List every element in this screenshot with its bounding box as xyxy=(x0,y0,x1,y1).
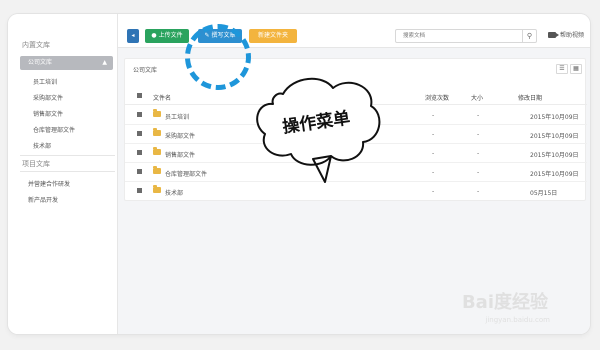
view-count: - xyxy=(432,150,435,157)
video-camera-icon xyxy=(548,32,559,38)
view-count: - xyxy=(432,188,435,195)
column-name[interactable]: 文件名 xyxy=(153,93,171,102)
view-count: - xyxy=(432,112,435,119)
sidebar-item-tech[interactable]: 技术部 xyxy=(33,141,51,150)
grid-icon: ▦ xyxy=(573,65,579,72)
sidebar-divider xyxy=(20,155,115,156)
highlight-circle xyxy=(185,24,251,90)
sidebar-section-projects: 项目文库 xyxy=(22,160,50,168)
watermark-brand: Bai度经验 xyxy=(461,292,548,313)
modified-date: 2015年10月09日 xyxy=(530,133,579,140)
file-size: - xyxy=(477,169,480,176)
upload-label: 上传文件 xyxy=(158,32,183,39)
speech-bubble: 操作菜单 xyxy=(256,77,381,183)
modified-date: 2015年10月09日 xyxy=(530,152,579,159)
file-name[interactable]: 员工培训 xyxy=(165,112,189,121)
folder-icon xyxy=(153,166,161,174)
view-count: - xyxy=(432,131,435,138)
folder-icon xyxy=(153,109,161,117)
column-views[interactable]: 浏览次数 xyxy=(425,93,449,102)
panel-title: 公司文库 xyxy=(133,67,158,74)
sidebar-item-training[interactable]: 员工培训 xyxy=(33,77,57,86)
app-window: 内置文库 公司文库 ▲ 员工培训 采购部文件 销售部文件 仓库管理部文件 技术部… xyxy=(8,14,590,334)
watermark-url: jingyan.baidu.com xyxy=(485,316,550,324)
search-button[interactable]: ⚲ xyxy=(522,30,536,42)
row-checkbox[interactable] xyxy=(137,169,142,174)
table-row[interactable]: 技术部 - - 05月15日 xyxy=(125,182,587,201)
list-view-button[interactable]: ☰ xyxy=(556,64,568,74)
file-size: - xyxy=(477,131,480,138)
search-input[interactable] xyxy=(396,30,522,42)
row-checkbox[interactable] xyxy=(137,150,142,155)
modified-date: 2015年10月09日 xyxy=(530,171,579,178)
file-name[interactable]: 销售部文件 xyxy=(165,150,195,159)
column-modified[interactable]: 修改日期 xyxy=(518,93,542,102)
sidebar-item-sales[interactable]: 销售部文件 xyxy=(33,109,63,118)
upload-file-button[interactable]: ● 上传文件 xyxy=(145,29,189,43)
user-icon: ● xyxy=(151,32,157,39)
help-video-link[interactable]: 帮助视频 xyxy=(548,29,584,43)
search-box: ⚲ xyxy=(395,29,537,43)
folder-icon xyxy=(153,128,161,136)
help-label: 帮助视频 xyxy=(560,32,585,39)
select-all-checkbox[interactable] xyxy=(137,93,142,98)
sidebar: 内置文库 公司文库 ▲ 员工培训 采购部文件 销售部文件 仓库管理部文件 技术部… xyxy=(8,14,118,334)
sidebar-item-purchasing[interactable]: 采购部文件 xyxy=(33,93,63,102)
file-size: - xyxy=(477,188,480,195)
sidebar-project-rd[interactable]: 并营建合作研发 xyxy=(28,179,70,188)
sidebar-item-warehouse[interactable]: 仓库管理部文件 xyxy=(33,125,75,134)
file-name[interactable]: 技术部 xyxy=(165,188,183,197)
modified-date: 05月15日 xyxy=(530,190,558,197)
file-name[interactable]: 采购部文件 xyxy=(165,131,195,140)
sidebar-item-label: 公司文库 xyxy=(28,59,53,66)
folder-icon xyxy=(153,147,161,155)
row-checkbox[interactable] xyxy=(137,112,142,117)
sidebar-section-builtin: 内置文库 xyxy=(22,41,50,49)
grid-view-button[interactable]: ▦ xyxy=(570,64,582,74)
chevron-up-icon: ▲ xyxy=(102,59,107,66)
new-folder-button[interactable]: 新建文件夹 xyxy=(249,29,297,43)
modified-date: 2015年10月09日 xyxy=(530,114,579,121)
sidebar-divider xyxy=(20,171,115,172)
view-count: - xyxy=(432,169,435,176)
folder-label: 新建文件夹 xyxy=(257,32,288,39)
search-icon: ⚲ xyxy=(526,32,533,40)
column-size[interactable]: 大小 xyxy=(471,93,483,102)
file-name[interactable]: 仓库管理部文件 xyxy=(165,169,207,178)
list-icon: ☰ xyxy=(559,65,565,72)
row-checkbox[interactable] xyxy=(137,131,142,136)
sidebar-item-company-library[interactable]: 公司文库 ▲ xyxy=(20,56,113,70)
file-size: - xyxy=(477,150,480,157)
sidebar-project-new-product[interactable]: 新产品开发 xyxy=(28,195,58,204)
chevron-left-icon: ◂ xyxy=(131,32,135,39)
file-size: - xyxy=(477,112,480,119)
folder-icon xyxy=(153,185,161,193)
back-button[interactable]: ◂ xyxy=(127,29,139,43)
row-checkbox[interactable] xyxy=(137,188,142,193)
